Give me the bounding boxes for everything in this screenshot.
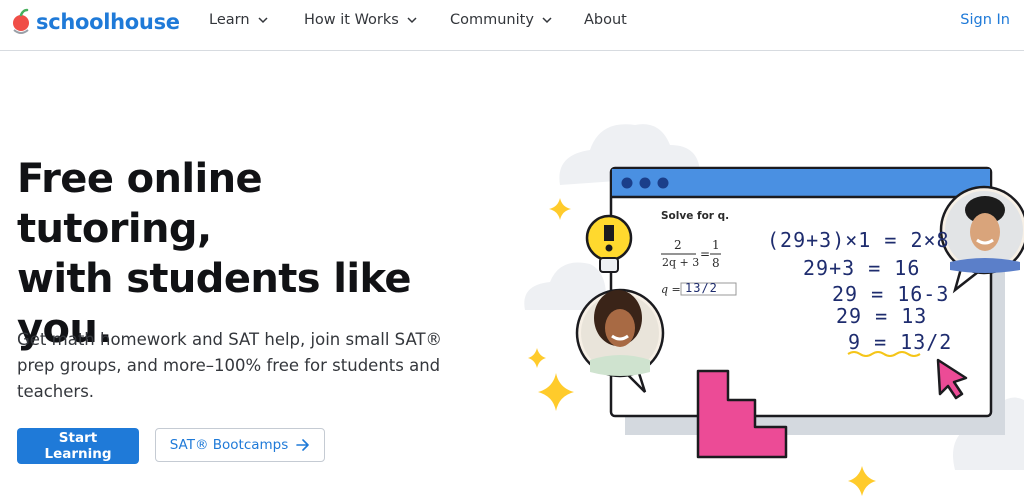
board-fraction2-denominator: 8 bbox=[712, 256, 720, 270]
board-step-1: (29+3)×1 = 2×8 bbox=[767, 228, 950, 252]
top-nav: schoolhouse Learn How it Works Community… bbox=[0, 0, 1024, 51]
arrow-right-icon bbox=[296, 439, 310, 451]
board-step-2: 29+3 = 16 bbox=[803, 256, 921, 280]
student-avatar-left bbox=[575, 288, 665, 393]
nav-how-it-works-label: How it Works bbox=[304, 12, 399, 28]
board-equals: = bbox=[700, 247, 711, 261]
brand-name: schoolhouse bbox=[36, 10, 180, 34]
hero-subtext: Get math homework and SAT help, join sma… bbox=[17, 330, 443, 401]
sign-in-link[interactable]: Sign In bbox=[960, 12, 1010, 28]
nav-about-label: About bbox=[584, 12, 627, 28]
hero-headline-line-2: with students like bbox=[17, 256, 412, 302]
board-answer-value: 13/2 bbox=[685, 281, 718, 295]
board-prompt: Solve for q. bbox=[661, 210, 730, 222]
start-learning-button[interactable]: Start Learning bbox=[17, 428, 139, 464]
nav-how-it-works[interactable]: How it Works bbox=[304, 12, 417, 28]
board-fraction1-denominator: 2q + 3 bbox=[662, 256, 700, 269]
board-step-4: 29 = 13 bbox=[836, 304, 928, 328]
brand-logo[interactable]: schoolhouse bbox=[10, 6, 180, 38]
hero-headline: Free online tutoring, with students like… bbox=[17, 154, 467, 354]
board-step-3: 29 = 16-3 bbox=[832, 282, 950, 306]
nav-community-label: Community bbox=[450, 12, 534, 28]
nav-learn-label: Learn bbox=[209, 12, 250, 28]
board-fraction2-numerator: 1 bbox=[712, 238, 720, 252]
sat-bootcamps-button[interactable]: SAT® Bootcamps bbox=[155, 428, 325, 462]
board-step-5: 9 = 13/2 bbox=[848, 330, 953, 354]
nav-learn[interactable]: Learn bbox=[209, 12, 268, 28]
board-answer-label: q = bbox=[661, 283, 681, 296]
nav-community[interactable]: Community bbox=[450, 12, 552, 28]
sat-bootcamps-label: SAT® Bootcamps bbox=[169, 437, 289, 453]
student-avatar-right bbox=[939, 185, 1024, 294]
apple-logo-icon bbox=[13, 8, 29, 34]
chevron-down-icon bbox=[407, 17, 417, 24]
board-fraction1-numerator: 2 bbox=[674, 238, 682, 252]
chevron-down-icon bbox=[258, 17, 268, 24]
cursor-icon bbox=[936, 358, 968, 400]
pink-block-shape bbox=[696, 369, 788, 459]
nav-about[interactable]: About bbox=[584, 12, 627, 28]
lightbulb-icon bbox=[585, 214, 633, 273]
chevron-down-icon bbox=[542, 17, 552, 24]
hero-headline-line-1: Free online tutoring, bbox=[17, 156, 263, 252]
